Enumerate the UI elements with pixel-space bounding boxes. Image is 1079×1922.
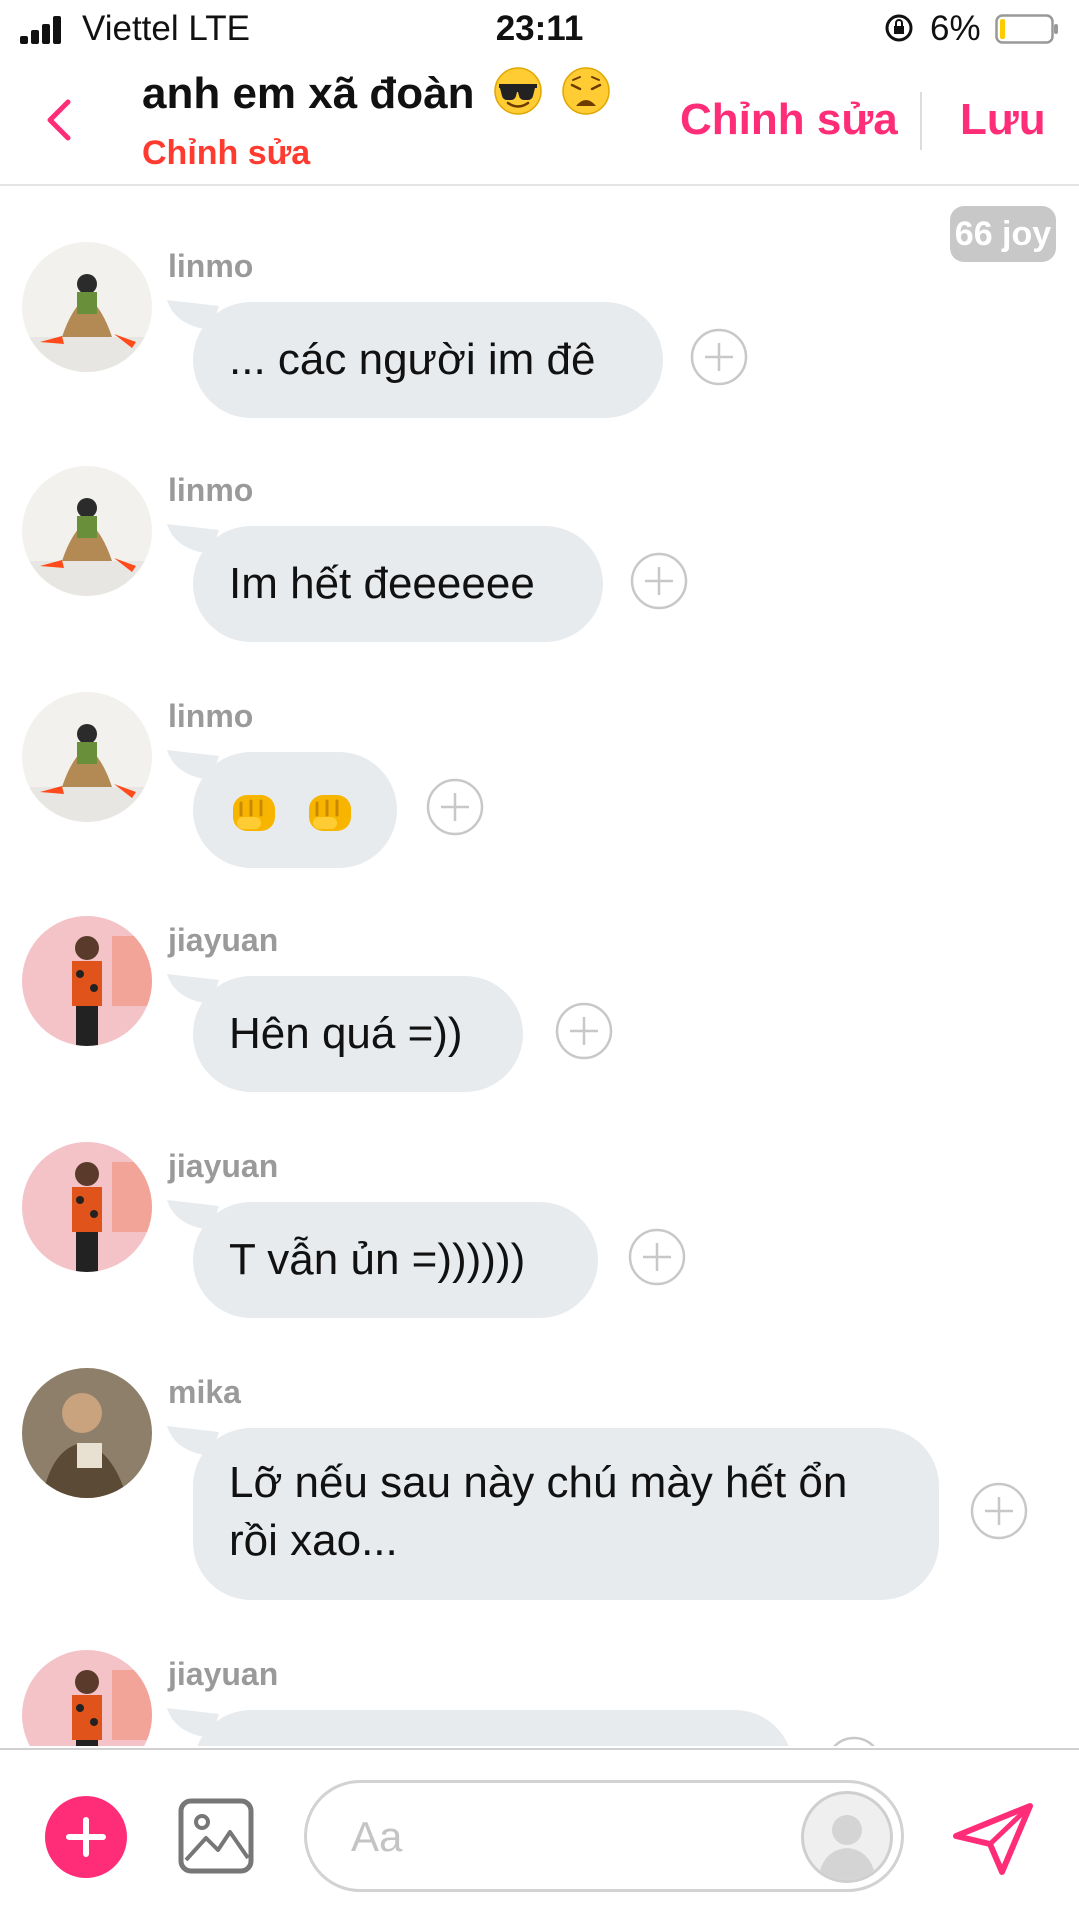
chat-title-text: anh em xã đoàn	[142, 69, 475, 118]
composer-bar: Aa	[0, 1748, 1079, 1922]
message-row: linmo	[0, 692, 1079, 868]
sender-name: linmo	[168, 472, 254, 508]
battery-percent: 6%	[930, 9, 981, 48]
message-bubble[interactable]: Lỡ nếu sau này chú mày hết ổn rồi xao...	[193, 1428, 939, 1600]
sender-name: linmo	[168, 698, 254, 734]
add-reaction-icon[interactable]	[555, 1002, 613, 1060]
chat-header: anh em xã đoàn Chỉnh sửa Chỉnh sửa Lưu	[0, 60, 1079, 186]
avatar-linmo[interactable]	[22, 692, 152, 822]
status-bar: Viettel LTE 23:11 6%	[0, 0, 1079, 60]
sender-name: jiayuan	[168, 1656, 279, 1692]
clock: 23:11	[495, 9, 584, 48]
image-icon[interactable]	[178, 1798, 254, 1874]
add-attachment-button[interactable]	[45, 1796, 127, 1878]
message-bubble[interactable]	[193, 1710, 793, 1746]
battery-icon	[995, 14, 1058, 44]
weary-face-emoji-icon	[562, 67, 610, 115]
chat-subtitle[interactable]: Chỉnh sửa	[142, 134, 310, 173]
message-row: jiayuan Hên quá =))	[0, 916, 1079, 1092]
add-reaction-icon[interactable]	[630, 552, 688, 610]
add-reaction-icon[interactable]	[628, 1228, 686, 1286]
message-bubble[interactable]: T vẫn ủn =))))))	[193, 1202, 598, 1318]
message-bubble[interactable]: Hên quá =))	[193, 976, 523, 1092]
avatar-jiayuan[interactable]	[22, 1650, 152, 1746]
plus-icon	[66, 1817, 106, 1857]
avatar-jiayuan[interactable]	[22, 1142, 152, 1272]
avatar-linmo[interactable]	[22, 466, 152, 596]
avatar-sticker-button[interactable]	[801, 1791, 893, 1883]
sender-name: jiayuan	[168, 1148, 279, 1184]
message-bubble[interactable]: Im hết đeeeeee	[193, 526, 603, 642]
avatar-sticker-icon	[818, 1815, 876, 1880]
message-row: jiayuan T vẫn ủn =))))))	[0, 1142, 1079, 1318]
chat-title: anh em xã đoàn	[142, 66, 611, 119]
back-chevron-icon[interactable]	[40, 90, 80, 150]
message-row: mika Lỡ nếu sau này chú mày hết ổn rồi x…	[0, 1368, 1079, 1600]
rotation-lock-icon	[885, 14, 913, 42]
message-bubble[interactable]	[193, 752, 397, 868]
message-row: jiayuan	[0, 1650, 1079, 1746]
message-row: linmo Im hết đeeeeee	[0, 466, 1079, 642]
sender-name: mika	[168, 1374, 241, 1410]
header-divider	[920, 92, 922, 150]
add-reaction-icon[interactable]	[426, 778, 484, 836]
edit-button[interactable]: Chỉnh sửa	[680, 95, 898, 145]
message-bubble[interactable]: ... các người im đê	[193, 302, 663, 418]
save-button[interactable]: Lưu	[960, 95, 1046, 145]
avatar-jiayuan[interactable]	[22, 916, 152, 1046]
oncoming-fist-emoji-icon	[309, 795, 352, 832]
add-reaction-icon[interactable]	[825, 1736, 883, 1746]
message-input-placeholder: Aa	[351, 1813, 403, 1860]
avatar-mika[interactable]	[22, 1368, 152, 1498]
message-list[interactable]: 66 joy linmo ... các người im đê linmo I…	[0, 186, 1079, 1746]
add-reaction-icon[interactable]	[970, 1482, 1028, 1540]
sender-name: linmo	[168, 248, 254, 284]
add-reaction-icon[interactable]	[690, 328, 748, 386]
message-row: linmo ... các người im đê	[0, 242, 1079, 418]
oncoming-fist-emoji-icon	[233, 795, 275, 832]
send-icon[interactable]	[950, 1800, 1036, 1878]
sunglasses-emoji-icon	[494, 67, 542, 115]
avatar-linmo[interactable]	[22, 242, 152, 372]
sender-name: jiayuan	[168, 922, 279, 958]
message-input[interactable]: Aa	[304, 1780, 904, 1892]
